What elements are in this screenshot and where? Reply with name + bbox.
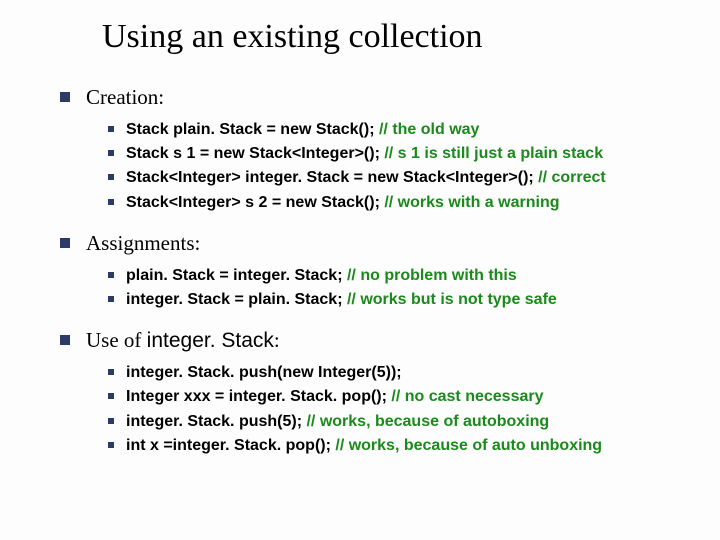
square-bullet-icon (108, 393, 114, 399)
square-bullet-icon (60, 335, 70, 345)
list-item: integer. Stack = plain. Stack; // works … (108, 289, 680, 311)
comment-text: // works but is not type safe (347, 291, 557, 308)
square-bullet-icon (60, 238, 70, 248)
comment-text: // correct (538, 169, 606, 186)
section-assignments: Assignments: plain. Stack = integer. Sta… (60, 230, 680, 311)
code-text: integer. Stack. push(5); (126, 413, 306, 430)
section-creation: Creation: Stack plain. Stack = new Stack… (60, 84, 680, 214)
comment-text: // no cast necessary (391, 388, 543, 405)
square-bullet-icon (108, 199, 114, 205)
code-text: Integer xxx = integer. Stack. pop(); (126, 388, 391, 405)
label-suffix: : (274, 328, 280, 352)
section-label: Use of integer. Stack: (86, 328, 280, 352)
square-bullet-icon (108, 442, 114, 448)
code-text: Stack<Integer> s 2 = new Stack(); (126, 194, 384, 211)
label-code: integer. Stack (147, 329, 274, 352)
slide-title: Using an existing collection (102, 18, 680, 56)
list-item: Stack<Integer> integer. Stack = new Stac… (108, 167, 680, 189)
list-item: integer. Stack. push(new Integer(5)); (108, 362, 680, 384)
square-bullet-icon (108, 369, 114, 375)
code-text: Stack s 1 = new Stack<Integer>(); (126, 145, 384, 162)
creation-items: Stack plain. Stack = new Stack(); // the… (108, 119, 680, 213)
square-bullet-icon (108, 418, 114, 424)
comment-text: // s 1 is still just a plain stack (384, 145, 603, 162)
square-bullet-icon (108, 126, 114, 132)
use-items: integer. Stack. push(new Integer(5)); In… (108, 362, 680, 456)
code-text: Stack<Integer> integer. Stack = new Stac… (126, 169, 538, 186)
comment-text: // no problem with this (347, 267, 517, 284)
square-bullet-icon (60, 92, 70, 102)
square-bullet-icon (108, 296, 114, 302)
square-bullet-icon (108, 174, 114, 180)
comment-text: // works, because of autoboxing (306, 413, 549, 430)
code-text: integer. Stack = plain. Stack; (126, 291, 347, 308)
list-item: Stack<Integer> s 2 = new Stack(); // wor… (108, 192, 680, 214)
comment-text: // works with a warning (384, 194, 559, 211)
label-prefix: Use of (86, 328, 147, 352)
list-item: integer. Stack. push(5); // works, becau… (108, 411, 680, 433)
square-bullet-icon (108, 150, 114, 156)
list-item: Stack plain. Stack = new Stack(); // the… (108, 119, 680, 141)
content-list: Creation: Stack plain. Stack = new Stack… (60, 84, 680, 457)
code-text: integer. Stack. push(new Integer(5)); (126, 364, 402, 381)
list-item: plain. Stack = integer. Stack; // no pro… (108, 265, 680, 287)
code-text: int x =integer. Stack. pop(); (126, 437, 335, 454)
section-label: Creation: (86, 85, 164, 109)
code-text: Stack plain. Stack = new Stack(); (126, 121, 379, 138)
section-use: Use of integer. Stack: integer. Stack. p… (60, 327, 680, 457)
comment-text: // the old way (379, 121, 479, 138)
comment-text: // works, because of auto unboxing (335, 437, 602, 454)
section-label: Assignments: (86, 231, 200, 255)
list-item: Integer xxx = integer. Stack. pop(); // … (108, 386, 680, 408)
assignments-items: plain. Stack = integer. Stack; // no pro… (108, 265, 680, 311)
slide-container: Using an existing collection Creation: S… (0, 0, 720, 540)
list-item: int x =integer. Stack. pop(); // works, … (108, 435, 680, 457)
square-bullet-icon (108, 272, 114, 278)
list-item: Stack s 1 = new Stack<Integer>(); // s 1… (108, 143, 680, 165)
code-text: plain. Stack = integer. Stack; (126, 267, 347, 284)
